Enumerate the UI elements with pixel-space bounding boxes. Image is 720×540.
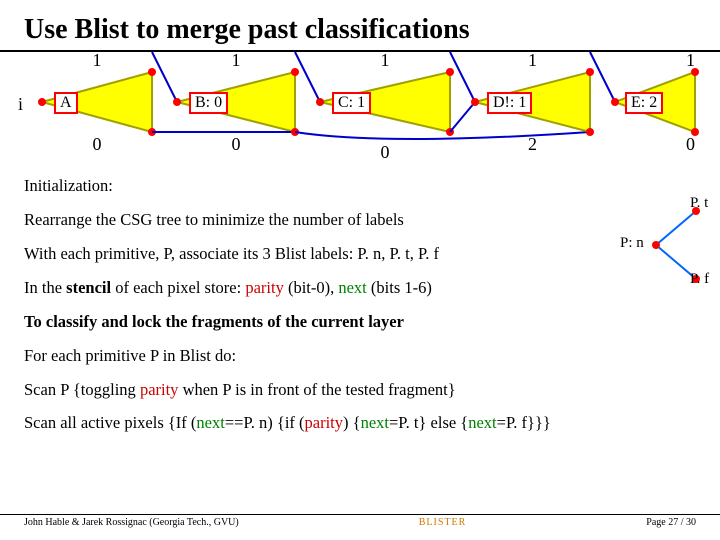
next-word-2: next: [196, 413, 224, 432]
tri-C-top: 1: [320, 50, 450, 71]
parity-word-1: parity: [245, 278, 284, 297]
pt-root-label: P: n: [620, 235, 644, 252]
tri-B-bottom: 0: [177, 134, 295, 155]
stencil-mid: of each pixel store:: [111, 278, 245, 297]
next-word-1: next: [338, 278, 366, 297]
parity-word-2: parity: [140, 380, 179, 399]
scan2-a: Scan all active pixels {If (: [24, 413, 196, 432]
scan-line-1: Scan P {toggling parity when P is in fro…: [24, 378, 696, 402]
scan-line-2: Scan all active pixels {If (next==P. n) …: [24, 411, 696, 435]
scan2-c: ) {: [343, 413, 361, 432]
tri-A-bottom: 0: [42, 134, 152, 155]
slide-footer: John Hable & Jarek Rossignac (Georgia Te…: [0, 514, 720, 528]
i-label: i: [18, 94, 23, 115]
tri-C-bottom: 0: [320, 142, 450, 163]
footer-left: John Hable & Jarek Rossignac (Georgia Te…: [24, 517, 239, 528]
scan2-b: ==P. n) {if (: [225, 413, 305, 432]
scan1-b: when P is in front of the tested fragmen…: [178, 380, 455, 399]
tri-D-box: D!: 1: [487, 92, 532, 114]
tri-E-top: 1: [615, 50, 695, 71]
pt-left-label: P. t: [690, 195, 708, 212]
tri-A: 1 A 0: [42, 52, 152, 132]
scan2-d: =P. t} else {: [389, 413, 468, 432]
pt-tree: P: n P. t P. f: [596, 205, 716, 285]
tri-E: 1 E: 2 0: [615, 52, 695, 132]
parity-word-3: parity: [305, 413, 344, 432]
next-word-4: next: [468, 413, 496, 432]
tri-D-top: 1: [475, 50, 590, 71]
stencil-after-next: (bits 1-6): [367, 278, 432, 297]
blist-diagram: i 1 A 0 1: [24, 52, 696, 164]
tri-E-box: E: 2: [625, 92, 663, 114]
scan1-a: Scan P {toggling: [24, 380, 140, 399]
scan2-e: =P. f}}}: [497, 413, 551, 432]
tri-A-box: A: [54, 92, 78, 114]
footer-right: Page 27 / 30: [646, 517, 696, 528]
tri-D: 1 D!: 1 2: [475, 52, 590, 132]
tri-B-top: 1: [177, 50, 295, 71]
pt-right-label: P. f: [690, 271, 709, 288]
tri-C: 1 C: 1 0: [320, 52, 450, 132]
stencil-prefix: In the: [24, 278, 66, 297]
tri-B: 1 B: 0 0: [177, 52, 295, 132]
classify-line: To classify and lock the fragments of th…: [24, 310, 696, 334]
slide-title: Use Blist to merge past classifications: [24, 14, 696, 46]
foreach-line: For each primitive P in Blist do:: [24, 344, 696, 368]
tri-A-top: 1: [42, 50, 152, 71]
footer-center: BLISTER: [419, 517, 467, 528]
stencil-bold: stencil: [66, 278, 111, 297]
init-heading: Initialization:: [24, 174, 696, 198]
classify-bold: To classify and lock the fragments of th…: [24, 312, 404, 331]
stencil-after-parity: (bit-0),: [284, 278, 339, 297]
tri-E-bottom: 0: [615, 134, 695, 155]
tri-C-box: C: 1: [332, 92, 371, 114]
tri-B-box: B: 0: [189, 92, 228, 114]
tri-D-bottom: 2: [475, 134, 590, 155]
next-word-3: next: [361, 413, 389, 432]
